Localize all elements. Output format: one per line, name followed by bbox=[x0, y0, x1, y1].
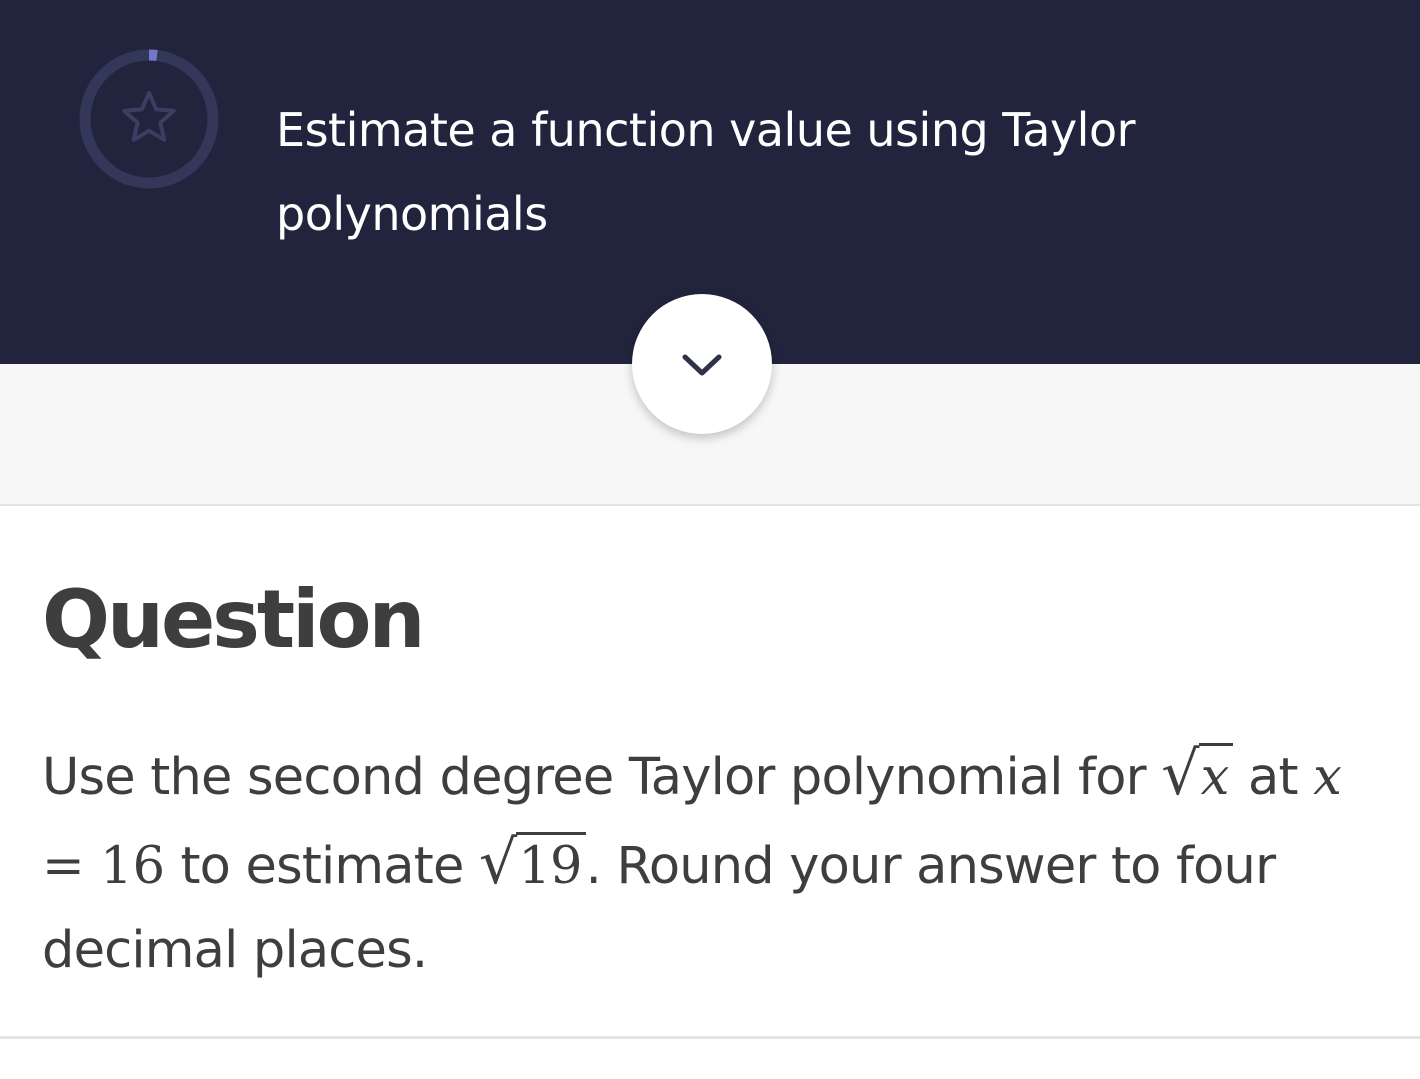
progress-ring-graphic bbox=[79, 49, 219, 189]
question-text: Use the second degree Taylor polynomial … bbox=[42, 732, 1362, 994]
sqrt-radicand: 19 bbox=[516, 831, 586, 896]
star-icon bbox=[122, 91, 176, 142]
question-text-part: Use the second degree Taylor polynomial … bbox=[42, 748, 1147, 807]
sqrt-sign: √ bbox=[478, 827, 517, 898]
math-equals: = bbox=[42, 836, 85, 896]
math-number: 16 bbox=[100, 836, 166, 896]
sqrt-expression: √x bbox=[1161, 732, 1233, 821]
math-variable: x bbox=[1313, 748, 1342, 807]
chevron-down-icon bbox=[682, 354, 722, 376]
question-heading: Question bbox=[42, 573, 425, 666]
sqrt-sign: √ bbox=[1161, 739, 1199, 809]
lesson-title: Estimate a function value using Taylor p… bbox=[276, 103, 1136, 241]
question-text-part: at bbox=[1248, 748, 1298, 807]
progress-ring-track bbox=[79, 49, 219, 189]
expand-button[interactable] bbox=[632, 294, 772, 434]
progress-ring bbox=[78, 48, 220, 190]
question-text-part: to estimate bbox=[180, 836, 464, 896]
sqrt-expression: √19 bbox=[479, 821, 586, 910]
sqrt-radicand: x bbox=[1198, 743, 1233, 807]
page: Estimate a function value using Taylor p… bbox=[0, 0, 1420, 1079]
